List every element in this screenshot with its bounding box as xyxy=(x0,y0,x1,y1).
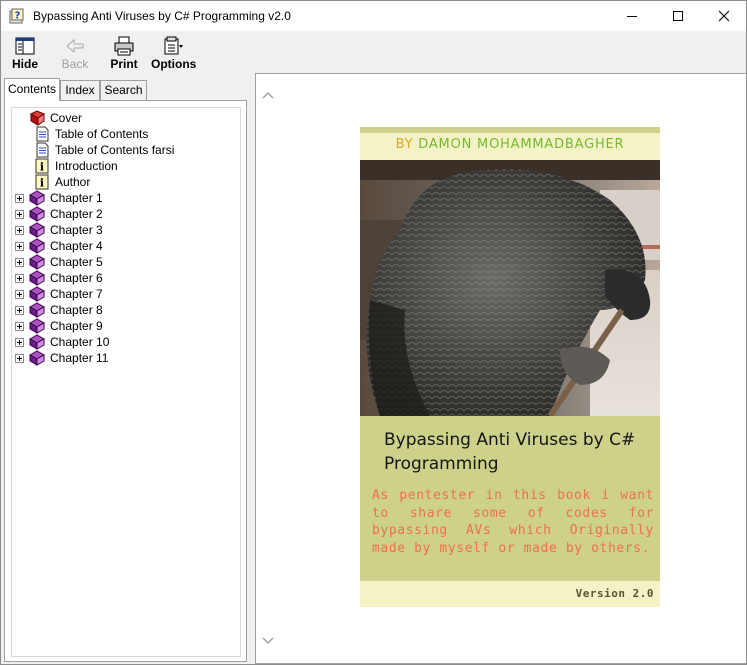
tab-contents-label: Contents xyxy=(7,82,57,96)
tab-index-label: Index xyxy=(65,83,95,97)
purple-book-icon xyxy=(28,350,46,366)
minimize-button[interactable] xyxy=(609,1,655,31)
printer-icon xyxy=(114,36,134,56)
parrot-photo xyxy=(360,160,660,416)
tree-item-label: Chapter 9 xyxy=(50,319,103,333)
maximize-button[interactable] xyxy=(655,1,701,31)
red-book-icon xyxy=(29,110,46,126)
close-icon xyxy=(718,10,730,22)
tree-item-label: Chapter 2 xyxy=(50,207,103,221)
tree-item-label: Author xyxy=(55,175,91,189)
print-label: Print xyxy=(110,57,138,71)
expand-plus-icon[interactable] xyxy=(15,306,24,315)
expand-plus-icon[interactable] xyxy=(15,354,24,363)
cover-author-name: DAMON MOHAMMADBAGHER xyxy=(418,137,625,152)
scroll-down-arrow-icon[interactable] xyxy=(262,636,274,646)
expand-plus-icon[interactable] xyxy=(15,258,24,267)
purple-book-icon xyxy=(28,286,46,302)
book-cover: BY DAMON MOHAMMADBAGHER Bypassing Anti V… xyxy=(360,127,660,607)
expand-plus-icon[interactable] xyxy=(15,322,24,331)
svg-text:i: i xyxy=(40,177,44,190)
back-button[interactable]: Back xyxy=(55,33,95,71)
tree-item-label: Chapter 5 xyxy=(50,255,103,269)
purple-book-icon xyxy=(28,318,46,334)
options-icon xyxy=(164,36,183,55)
parrot-photo-illustration xyxy=(360,160,660,416)
tree-item-label: Chapter 10 xyxy=(50,335,110,349)
hide-label: Hide xyxy=(11,57,38,71)
tree-item-label: Introduction xyxy=(55,159,118,173)
navigation-pane: Contents Index Search Cover Table of Cont… xyxy=(1,73,249,664)
purple-book-icon xyxy=(28,334,46,350)
expand-plus-icon[interactable] xyxy=(15,274,24,283)
tree-item-label: Cover xyxy=(50,111,83,125)
cover-version: Version 2.0 xyxy=(575,587,654,600)
expand-plus-icon[interactable] xyxy=(15,194,24,203)
cover-author: BY DAMON MOHAMMADBAGHER xyxy=(360,137,660,152)
cover-by: BY xyxy=(395,137,414,152)
contents-tree[interactable]: Cover Table of Contents Table of Contents … xyxy=(11,107,241,657)
info-icon: i xyxy=(34,158,50,174)
print-button[interactable]: Print xyxy=(104,33,144,71)
close-button[interactable] xyxy=(701,1,746,31)
tree-item-label: Chapter 11 xyxy=(50,351,109,365)
back-arrow-icon xyxy=(66,38,84,54)
cover-top-band xyxy=(360,127,660,133)
tree-item-label: Chapter 8 xyxy=(50,303,103,317)
tab-search[interactable]: Search xyxy=(100,80,147,100)
tree-item-label: Chapter 3 xyxy=(50,223,103,237)
options-button[interactable]: Options xyxy=(151,33,197,71)
expand-plus-icon[interactable] xyxy=(15,242,24,251)
hide-pane-icon xyxy=(15,37,35,55)
svg-text:?: ? xyxy=(15,11,21,22)
maximize-icon xyxy=(673,11,683,21)
topic-pane: BY DAMON MOHAMMADBAGHER Bypassing Anti V… xyxy=(255,73,746,664)
tree-item-label: Chapter 4 xyxy=(50,239,103,253)
purple-book-icon xyxy=(28,254,46,270)
minimize-icon xyxy=(627,16,637,17)
tree-item-label: Chapter 6 xyxy=(50,271,103,285)
window-title: Bypassing Anti Viruses by C# Programming… xyxy=(33,9,291,23)
options-label: Options xyxy=(151,57,197,71)
purple-book-icon xyxy=(28,190,46,206)
purple-book-icon xyxy=(28,222,46,238)
scroll-up-arrow-icon[interactable] xyxy=(262,90,274,100)
back-label: Back xyxy=(61,57,89,71)
tab-contents[interactable]: Contents xyxy=(4,78,60,101)
expand-plus-icon[interactable] xyxy=(15,226,24,235)
tree-item-label: Table of Contents xyxy=(55,127,149,141)
purple-book-icon xyxy=(28,206,46,222)
cover-title: Bypassing Anti Viruses by C# Programming xyxy=(384,430,636,474)
purple-book-icon xyxy=(28,302,46,318)
cover-description: As pentester in this book i want to shar… xyxy=(372,488,654,556)
help-app-icon: ? xyxy=(9,8,24,24)
title-bar[interactable]: ? Bypassing Anti Viruses by C# Programmi… xyxy=(1,1,746,31)
info-icon: i xyxy=(34,174,50,190)
tree-item-label: Table of Contents farsi xyxy=(55,143,175,157)
page-icon xyxy=(34,126,50,142)
expand-plus-icon[interactable] xyxy=(15,290,24,299)
help-window: ? Bypassing Anti Viruses by C# Programmi… xyxy=(0,0,747,665)
expand-plus-icon[interactable] xyxy=(15,338,24,347)
tree-item-label: Chapter 1 xyxy=(50,191,103,205)
tab-search-label: Search xyxy=(104,83,143,97)
purple-book-icon xyxy=(28,270,46,286)
hide-button[interactable]: Hide xyxy=(5,33,45,71)
contents-panel: Cover Table of Contents Table of Contents … xyxy=(4,100,247,662)
cover-title-panel: Bypassing Anti Viruses by C# Programming… xyxy=(360,416,660,581)
purple-book-icon xyxy=(28,238,46,254)
svg-text:i: i xyxy=(40,161,44,174)
tab-index[interactable]: Index xyxy=(60,80,100,100)
page-icon xyxy=(34,142,50,158)
tree-item-label: Chapter 7 xyxy=(50,287,103,301)
expand-plus-icon[interactable] xyxy=(15,210,24,219)
toolbar: Hide Back Print Options xyxy=(1,31,746,73)
